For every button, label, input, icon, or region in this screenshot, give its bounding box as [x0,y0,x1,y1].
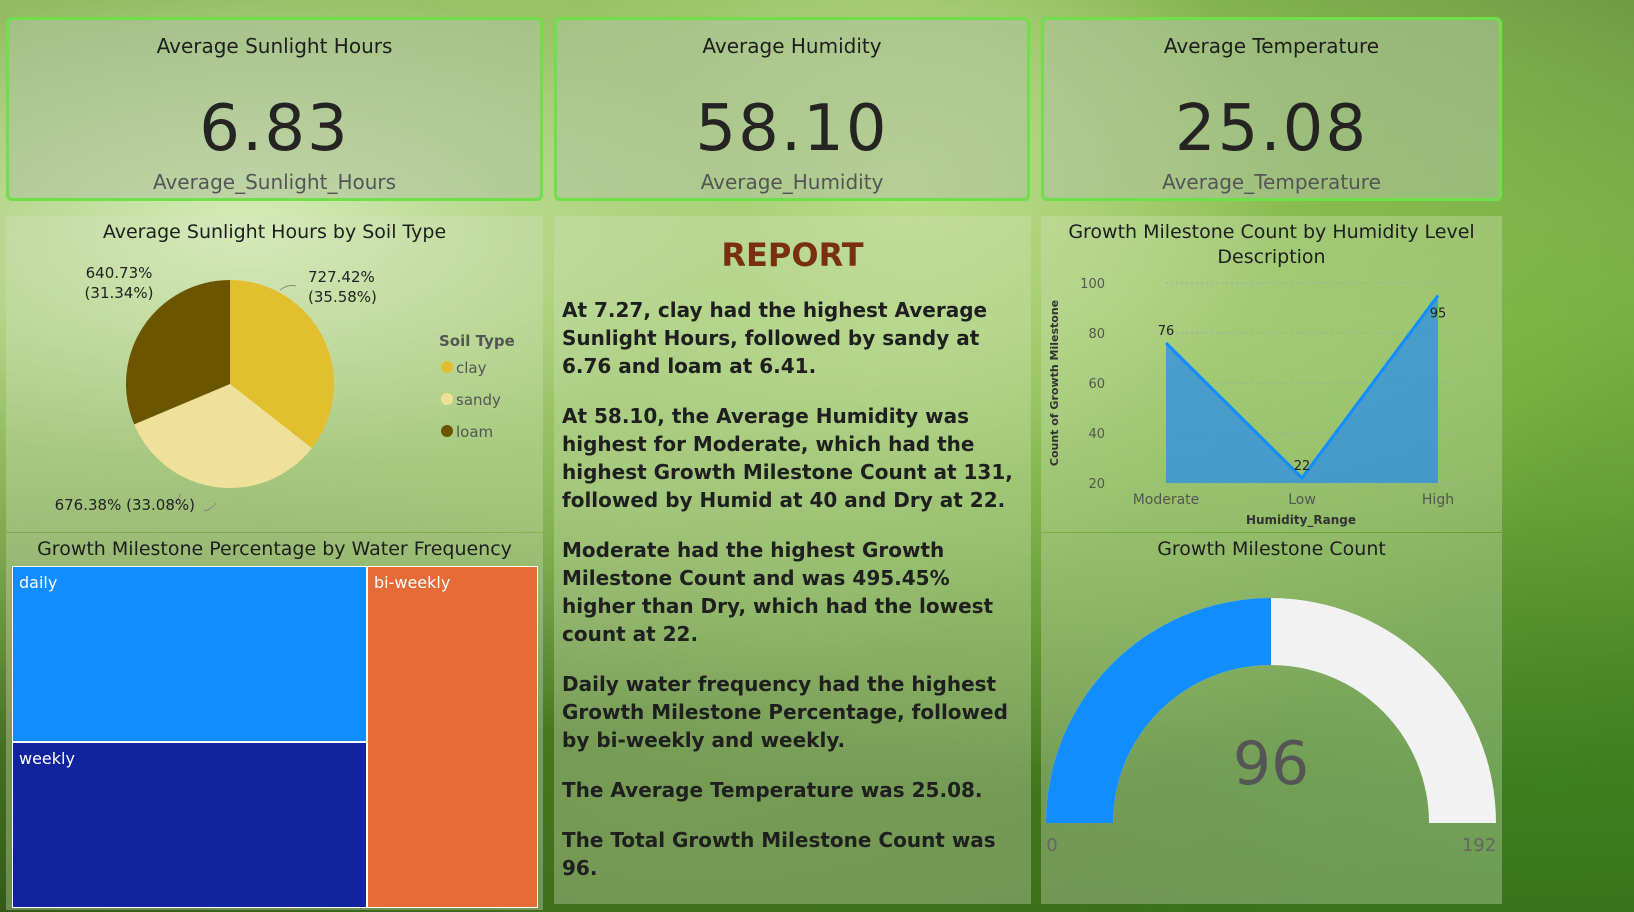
pie-label-sandy: 676.38% (33.08%) [55,496,195,514]
pie-pct-loam: (31.34%) [85,284,154,302]
data-label: 22 [1294,459,1311,474]
gauge-min: 0 [1046,835,1057,856]
y-tick-label: 60 [1088,377,1105,392]
treemap-title: Growth Milestone Percentage by Water Fre… [37,538,512,560]
area-chart-panel[interactable]: Growth Milestone Count by Humidity Level… [1041,216,1502,532]
gauge-chart: 96 0 192 [1046,598,1496,856]
leader-line [279,285,297,291]
kpi-value: 25.08 [1174,92,1369,166]
kpi-label: Average_Sunlight_Hours [152,170,397,194]
pie-chart: 640.73% (31.34%) 727.42% (35.58%) 676.38… [55,264,515,514]
pie-label-loam: 640.73% [86,264,153,282]
pie-chart-panel[interactable]: Average Sunlight Hours by Soil Type 640.… [6,216,543,532]
x-axis-title: Humidity_Range [1246,513,1356,528]
kpi-label: Average_Humidity [700,170,884,194]
treemap-label-bi-weekly: bi-weekly [374,573,451,592]
treemap-cell-daily[interactable]: daily [12,566,367,742]
gauge-panel[interactable]: Growth Milestone Count 96 0 192 [1041,533,1502,904]
kpi-card-sunlight[interactable]: Average Sunlight Hours 6.83 Average_Sunl… [6,17,543,201]
treemap-label-weekly: weekly [19,749,75,768]
treemap-cell-weekly[interactable]: weekly [12,742,367,908]
legend-title: Soil Type [439,332,515,350]
legend-item-sandy: sandy [456,391,501,409]
report-paragraph: The Average Temperature was 25.08. [562,778,983,802]
kpi-card-humidity[interactable]: Average Humidity 58.10 Average_Humidity [554,17,1030,201]
data-label: 95 [1430,307,1447,322]
x-tick-label: Low [1288,492,1316,508]
legend-marker-clay [441,361,453,373]
pie-label-clay: 727.42% [308,268,375,286]
report-paragraph: Moderate had the highest Growth Mileston… [562,538,994,646]
kpi-card-temperature[interactable]: Average Temperature 25.08 Average_Temper… [1041,17,1502,201]
legend-marker-loam [441,425,453,437]
kpi-title: Average Temperature [1163,34,1380,58]
report-title: REPORT [721,236,864,274]
area-series-fill [1166,295,1438,483]
kpi-title: Average Humidity [702,34,882,58]
leader-line [203,502,217,512]
legend-item-clay: clay [456,359,487,377]
kpi-title: Average Sunlight Hours [156,34,393,58]
gauge-value: 96 [1233,729,1309,799]
treemap-panel[interactable]: Growth Milestone Percentage by Water Fre… [6,533,543,910]
report-paragraph: At 7.27, clay had the highest Average Su… [562,298,988,378]
kpi-label: Average_Temperature [1162,170,1381,194]
y-axis-title: Count of Growth Milestone [1048,300,1061,466]
gauge-max: 192 [1462,835,1496,856]
kpi-value: 58.10 [695,92,889,166]
y-tick-label: 20 [1088,477,1105,492]
report-panel: REPORT At 7.27, clay had the highest Ave… [554,216,1031,904]
report-paragraph: At 58.10, the Average Humidity was highe… [562,404,1013,512]
data-label: 76 [1158,324,1175,339]
x-tick-label: High [1422,492,1454,508]
report-body: At 7.27, clay had the highest Average Su… [562,296,1023,904]
y-tick-label: 40 [1088,427,1105,442]
treemap-label-daily: daily [19,573,58,592]
report-paragraph: Daily water frequency had the highest Gr… [562,672,1008,752]
kpi-value: 6.83 [199,92,350,166]
treemap-cell-bi-weekly[interactable]: bi-weekly [367,566,538,908]
y-tick-label: 80 [1088,327,1105,342]
report-paragraph: The Total Growth Milestone Count was 96. [562,828,996,880]
y-tick-label: 100 [1080,277,1105,292]
pie-pct-clay: (35.58%) [308,288,377,306]
x-tick-label: Moderate [1133,492,1200,508]
legend-marker-sandy [441,393,453,405]
area-chart: 100 80 60 40 20 76 22 95 Moderate Low High Count… [1048,277,1456,528]
legend-item-loam: loam [456,423,493,441]
